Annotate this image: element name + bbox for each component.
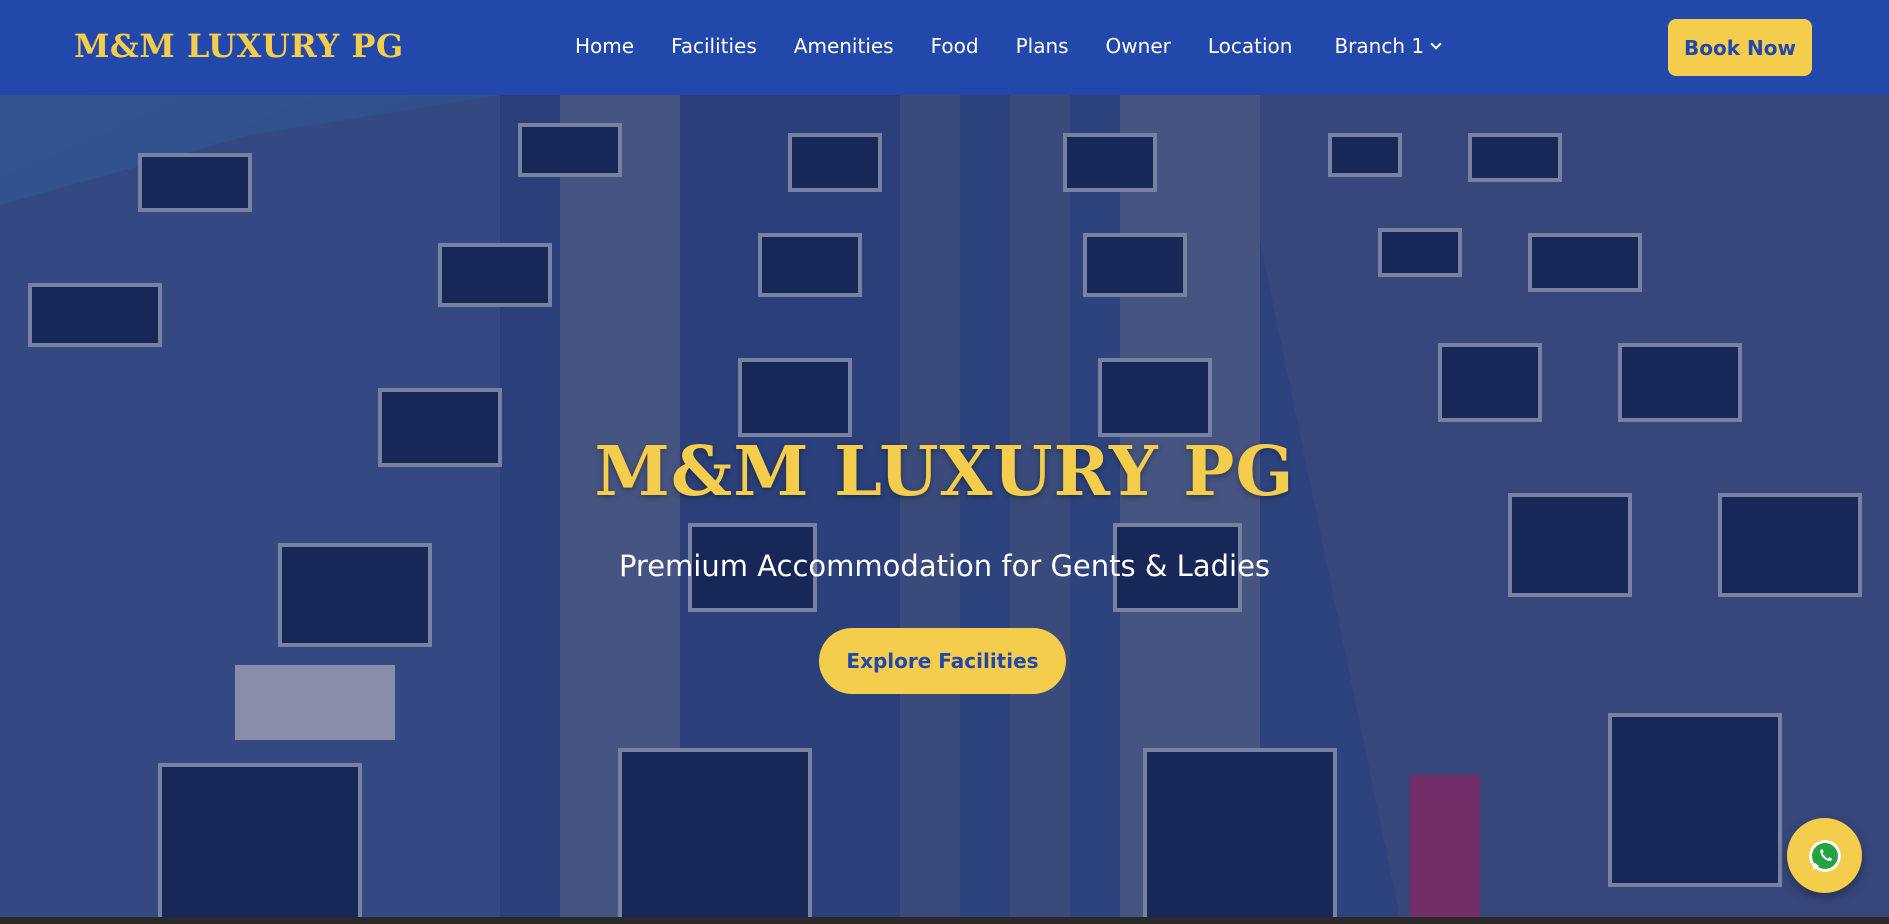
nav-location[interactable]: Location — [1208, 34, 1293, 58]
hero-section: M&M LUXURY PG Premium Accommodation for … — [0, 95, 1889, 919]
brand-logo[interactable]: M&M LUXURY PG — [74, 27, 404, 65]
hero-subtitle: Premium Accommodation for Gents & Ladies — [618, 549, 1271, 583]
explore-facilities-button[interactable]: Explore Facilities — [819, 628, 1066, 694]
nav-amenities[interactable]: Amenities — [794, 34, 894, 58]
bottom-edge — [0, 917, 1889, 924]
branch-dropdown[interactable]: Branch 1 — [1334, 34, 1442, 58]
hero-title: M&M LUXURY PG — [594, 432, 1295, 512]
nav-home[interactable]: Home — [575, 34, 634, 58]
nav-facilities[interactable]: Facilities — [671, 34, 757, 58]
branch-dropdown-label: Branch 1 — [1334, 34, 1425, 58]
top-navbar: M&M LUXURY PG Home Facilities Amenities … — [0, 0, 1889, 95]
chevron-down-icon — [1430, 37, 1442, 50]
whatsapp-icon — [1808, 839, 1841, 872]
nav-plans[interactable]: Plans — [1016, 34, 1069, 58]
book-now-button[interactable]: Book Now — [1668, 19, 1812, 76]
nav-food[interactable]: Food — [931, 34, 979, 58]
main-nav: Home Facilities Amenities Food Plans Own… — [575, 34, 1442, 58]
nav-owner[interactable]: Owner — [1106, 34, 1171, 58]
whatsapp-button[interactable] — [1787, 818, 1862, 893]
